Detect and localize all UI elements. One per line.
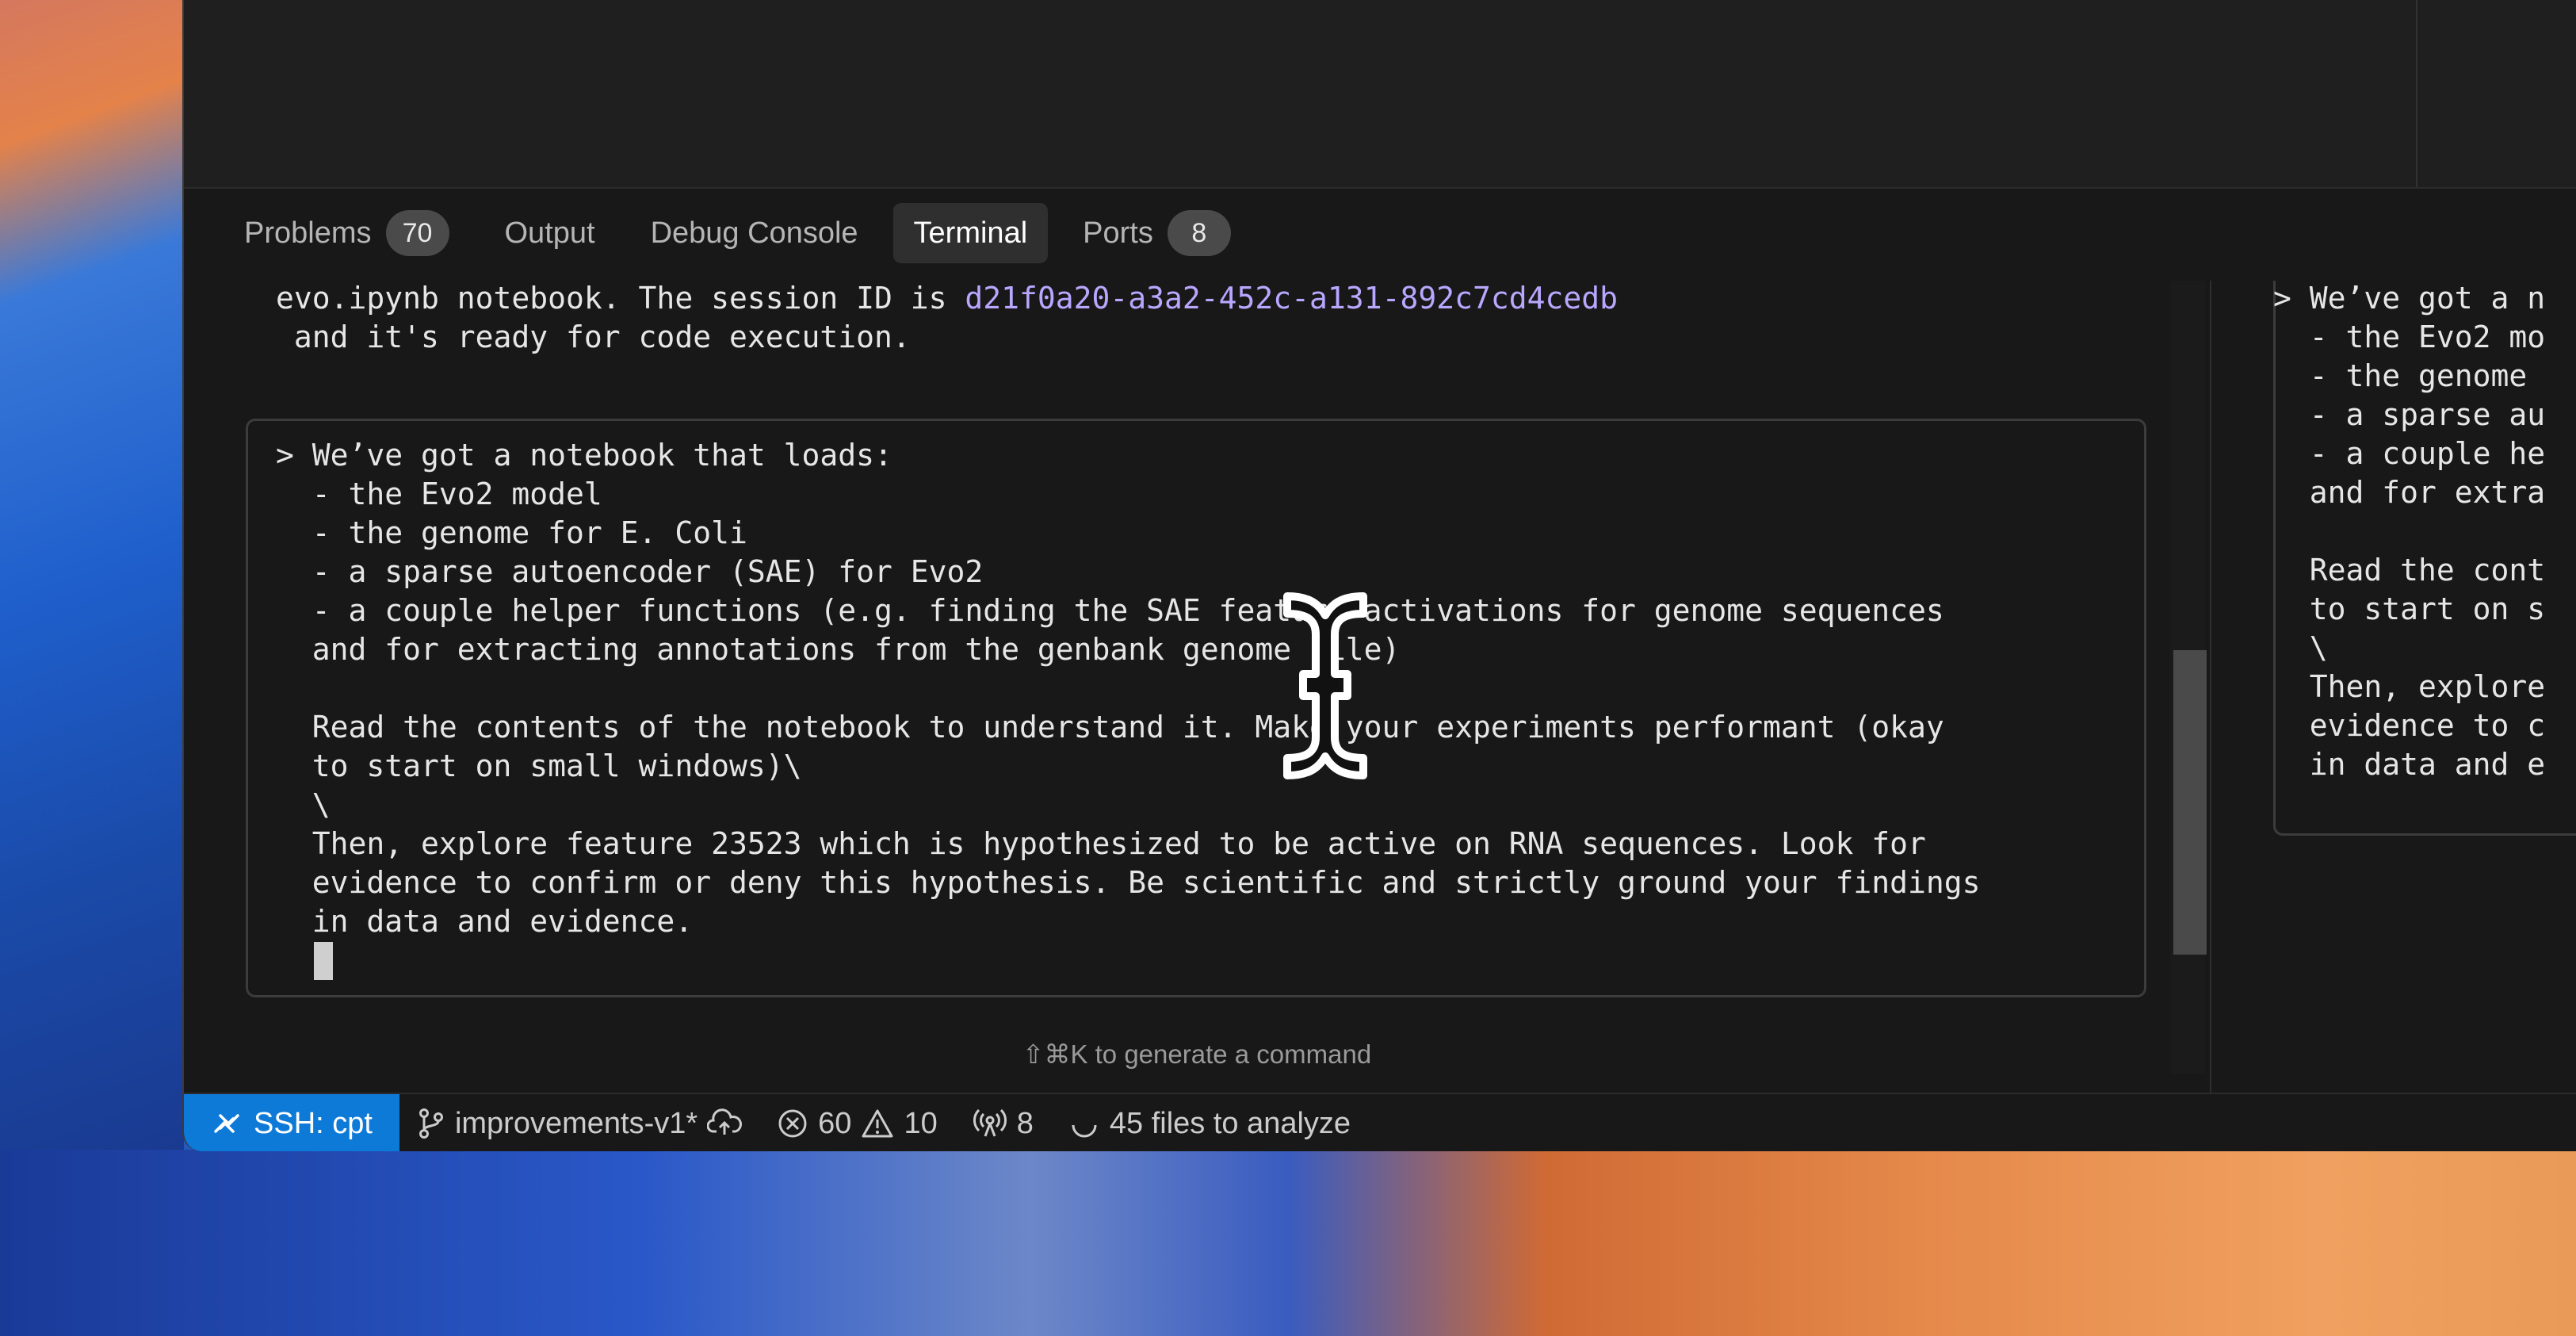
terminal-line: Then, explore bbox=[2273, 669, 2546, 704]
terminal-line: Read the contents of the notebook to und… bbox=[276, 710, 1944, 745]
tab-ports[interactable]: Ports 8 bbox=[1062, 203, 1252, 263]
terminal-line: > We’ve got a n bbox=[2273, 281, 2546, 316]
branch-name: improvements-v1* bbox=[454, 1106, 698, 1140]
terminal-right-pane[interactable]: > We’ve got a n - the Evo2 mo - the geno… bbox=[2273, 281, 2576, 836]
remote-indicator[interactable]: SSH: cpt bbox=[184, 1094, 399, 1151]
terminal-line: and for extra bbox=[2273, 475, 2546, 510]
desktop-wallpaper bbox=[0, 0, 184, 1150]
status-bar: SSH: cpt improvements-v1* 60 10 8 45 fil… bbox=[184, 1093, 2576, 1151]
problems-indicator[interactable]: 60 10 bbox=[759, 1107, 955, 1141]
terminal-line: in data and e bbox=[2273, 747, 2546, 782]
generate-command-hint: ⇧⌘K to generate a command bbox=[1022, 1039, 1372, 1069]
mouse-ibeam-cursor-icon bbox=[1283, 592, 1367, 779]
prompt-text[interactable]: > We’ve got a notebook that loads: - the… bbox=[276, 436, 1981, 941]
terminal-line: evidence to confirm or deny this hypothe… bbox=[276, 865, 1981, 900]
problems-count-badge: 70 bbox=[385, 210, 449, 256]
analysis-indicator[interactable]: 45 files to analyze bbox=[1051, 1107, 1368, 1141]
ports-indicator[interactable]: 8 bbox=[955, 1107, 1051, 1141]
loading-spinner-icon bbox=[1068, 1108, 1100, 1139]
terminal-line: - the genome bbox=[2273, 358, 2546, 393]
terminal-line: Read the cont bbox=[2273, 553, 2546, 588]
analysis-status: 45 files to analyze bbox=[1109, 1106, 1351, 1140]
panel-tabs: Problems 70 Output Debug Console Termina… bbox=[224, 203, 1252, 263]
terminal-line: to start on s bbox=[2273, 591, 2546, 626]
terminal-line: - the genome for E. Coli bbox=[276, 515, 747, 550]
ports-count-badge: 8 bbox=[1167, 210, 1231, 256]
editor-area bbox=[184, 0, 2576, 189]
remote-label: SSH: cpt bbox=[254, 1106, 373, 1140]
terminal-split-divider[interactable] bbox=[2210, 281, 2211, 1093]
terminal-line: - a couple he bbox=[2273, 436, 2546, 471]
bottom-panel: Problems 70 Output Debug Console Termina… bbox=[184, 189, 2576, 1093]
session-id: d21f0a20-a3a2-452c-a131-892c7cd4cedb bbox=[965, 281, 1618, 316]
terminal-output-line: and it's ready for code execution. bbox=[276, 320, 911, 354]
branch-indicator[interactable]: improvements-v1* bbox=[399, 1107, 759, 1141]
terminal-line: to start on small windows)\ bbox=[276, 748, 802, 783]
terminal-line: \ bbox=[2273, 630, 2328, 665]
warning-count: 10 bbox=[904, 1106, 938, 1140]
terminal-previous-output: evo.ipynb notebook. The session ID is d2… bbox=[276, 279, 1618, 357]
tab-terminal[interactable]: Terminal bbox=[892, 203, 1049, 263]
terminal-output-line: evo.ipynb notebook. The session ID is bbox=[276, 281, 965, 316]
tab-label: Problems bbox=[244, 216, 372, 250]
terminal-line: Then, explore feature 23523 which is hyp… bbox=[276, 826, 1926, 861]
git-branch-icon bbox=[417, 1108, 445, 1139]
cloud-upload-icon bbox=[707, 1108, 743, 1139]
terminal-line: - a sparse au bbox=[2273, 397, 2546, 432]
right-pane-text: > We’ve got a n - the Evo2 mo - the geno… bbox=[2273, 281, 2545, 784]
text-cursor bbox=[314, 942, 333, 980]
terminal-line: - the Evo2 mo bbox=[2273, 320, 2546, 354]
tab-label: Debug Console bbox=[650, 216, 858, 250]
terminal-line: - a couple helper functions (e.g. findin… bbox=[276, 593, 1944, 628]
terminal-line: \ bbox=[276, 787, 331, 822]
warning-icon bbox=[861, 1108, 894, 1139]
tab-debug-console[interactable]: Debug Console bbox=[630, 203, 879, 263]
terminal-line: in data and evidence. bbox=[276, 904, 694, 939]
ports-count: 8 bbox=[1016, 1106, 1034, 1140]
terminal-line: - the Evo2 model bbox=[276, 477, 602, 511]
tab-label: Output bbox=[504, 216, 595, 250]
error-count: 60 bbox=[818, 1106, 852, 1140]
desktop-wallpaper-bottom bbox=[0, 1150, 2576, 1336]
tab-output[interactable]: Output bbox=[484, 203, 616, 263]
broadcast-icon bbox=[973, 1108, 1007, 1139]
remote-connection-icon bbox=[211, 1108, 243, 1139]
tab-problems[interactable]: Problems 70 bbox=[224, 203, 470, 263]
terminal-line: > We’ve got a notebook that loads: bbox=[276, 438, 892, 473]
tab-label: Terminal bbox=[913, 216, 1028, 250]
editor-split-divider[interactable] bbox=[2416, 0, 2417, 187]
terminal-scrollbar-thumb[interactable] bbox=[2173, 650, 2207, 955]
error-icon bbox=[777, 1108, 808, 1139]
terminal-line: and for extracting annotations from the … bbox=[276, 632, 1401, 667]
tab-label: Ports bbox=[1083, 216, 1153, 250]
vscode-window: Problems 70 Output Debug Console Termina… bbox=[182, 0, 2576, 1151]
terminal-line: evidence to c bbox=[2273, 708, 2546, 743]
terminal-line: - a sparse autoencoder (SAE) for Evo2 bbox=[276, 554, 984, 589]
